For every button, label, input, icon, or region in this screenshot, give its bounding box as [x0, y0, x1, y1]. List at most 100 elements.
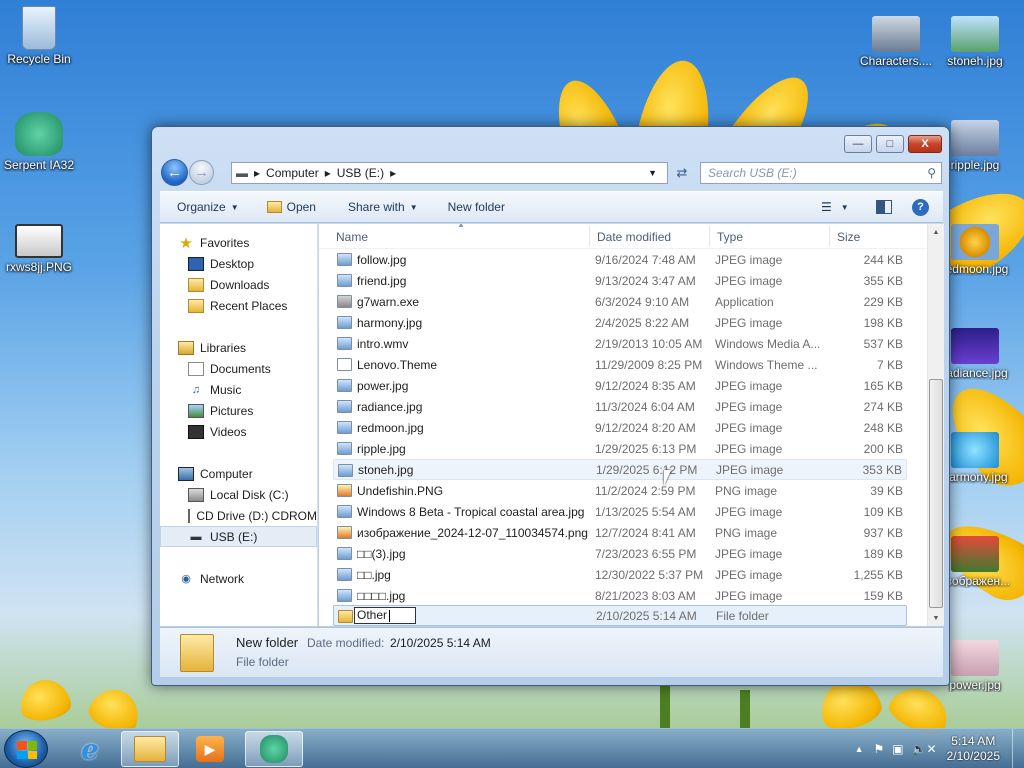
application-icon [337, 295, 352, 308]
refresh-button[interactable]: ⇄ [671, 162, 693, 184]
nav-downloads[interactable]: Downloads [188, 274, 317, 295]
file-name: radiance.jpg [357, 399, 423, 414]
file-row[interactable]: radiance.jpg 11/3/2024 6:04 AM JPEG image 2… [333, 396, 907, 417]
file-size: 229 KB [863, 294, 903, 309]
drive-icon: ▬ [236, 166, 248, 180]
file-date: 11/29/2009 8:25 PM [595, 357, 703, 372]
nav-recent-places[interactable]: Recent Places [188, 295, 317, 316]
file-row[interactable]: stoneh.jpg 1/29/2025 6:12 PM JPEG image 353… [333, 459, 907, 480]
file-row[interactable]: □□.jpg 12/30/2022 5:37 PM JPEG image 1,255 … [333, 564, 907, 585]
scroll-up-icon[interactable]: ▲ [928, 224, 944, 240]
nav-desktop[interactable]: Desktop [188, 253, 317, 274]
file-size: 39 KB [870, 483, 903, 498]
file-row[interactable]: изображение_2024-12-07_110034574.png 12/7… [333, 522, 907, 543]
file-row[interactable]: intro.wmv 2/19/2013 10:05 AM Windows Media… [333, 333, 907, 354]
volume-muted-icon[interactable]: 🔈✕ [912, 742, 937, 756]
chevron-down-icon: ▼ [840, 202, 849, 212]
file-name: Undefishin.PNG [357, 483, 444, 498]
image-file-icon [337, 253, 352, 266]
desktop-icon-serpent[interactable]: Serpent IA32 [1, 112, 77, 172]
close-button[interactable]: X [908, 135, 942, 153]
nav-computer[interactable]: Computer [178, 463, 317, 484]
search-input[interactable]: Search USB (E:) ⚲ [700, 162, 942, 184]
show-hidden-icons-icon[interactable]: ▲ [855, 744, 864, 754]
open-button[interactable]: Open [258, 195, 325, 219]
new-folder-row[interactable]: Other 2/10/2025 5:14 AM File folder [333, 605, 907, 626]
rename-input[interactable]: Other [354, 607, 416, 624]
vertical-scrollbar[interactable]: ▲ ▼ [927, 224, 944, 626]
organize-button[interactable]: Organize ▼ [168, 195, 248, 219]
file-type: Windows Theme ... [715, 357, 818, 372]
column-header-date[interactable]: Date modified [597, 230, 671, 244]
file-row[interactable]: □□□□.jpg 8/21/2023 8:03 AM JPEG image 159 K… [333, 585, 907, 606]
file-row[interactable]: Windows 8 Beta - Tropical coastal area.j… [333, 501, 907, 522]
address-dropdown-icon[interactable]: ▼ [648, 168, 657, 178]
nav-usb-e[interactable]: ▬ USB (E:) [160, 526, 317, 547]
network-icon[interactable]: ▣ [892, 742, 903, 756]
file-row[interactable]: □□(3).jpg 7/23/2023 6:55 PM JPEG image 189 … [333, 543, 907, 564]
nav-libraries[interactable]: Libraries [178, 337, 317, 358]
breadcrumb-separator-icon[interactable]: ▸ [325, 166, 331, 180]
help-button[interactable]: ? [903, 195, 938, 219]
downloads-icon [188, 277, 204, 292]
new-folder-button[interactable]: New folder [439, 195, 514, 219]
nav-cd-drive-d[interactable]: CD Drive (D:) CDROM [188, 505, 317, 526]
breadcrumb-computer[interactable]: Computer [266, 166, 319, 180]
file-type: JPEG image [715, 252, 783, 267]
file-type: JPEG image [715, 315, 783, 330]
nav-music[interactable]: ♫ Music [188, 379, 317, 400]
forward-button[interactable]: → [189, 160, 214, 185]
desktop-icon-rxws8jj[interactable]: rxws8jj.PNG [1, 224, 77, 274]
action-center-flag-icon[interactable]: ⚑ [874, 742, 885, 756]
scrollbar-thumb[interactable] [929, 379, 943, 608]
file-row[interactable]: follow.jpg 9/16/2024 7:48 AM JPEG image 244… [333, 249, 907, 270]
nav-network[interactable]: ◉ Network [178, 568, 317, 589]
nav-pictures[interactable]: Pictures [188, 400, 317, 421]
nav-documents[interactable]: Documents [188, 358, 317, 379]
breadcrumb-usb[interactable]: USB (E:) [337, 166, 384, 180]
desktop-icon-characters[interactable]: Characters.... [858, 16, 934, 68]
column-header-name[interactable]: Name [336, 230, 368, 244]
file-row[interactable]: harmony.jpg 2/4/2025 8:22 AM JPEG image 198… [333, 312, 907, 333]
desktop-icon-stoneh[interactable]: stoneh.jpg [937, 16, 1013, 68]
nav-videos[interactable]: Videos [188, 421, 317, 442]
file-row[interactable]: power.jpg 9/12/2024 8:35 AM JPEG image 165 … [333, 375, 907, 396]
clock[interactable]: 5:14 AM 2/10/2025 [947, 734, 1000, 764]
share-with-button[interactable]: Share with ▼ [339, 195, 427, 219]
preview-pane-button[interactable] [867, 195, 901, 219]
breadcrumb-separator-icon[interactable]: ▸ [390, 166, 396, 180]
address-bar[interactable]: ▬ ▸ Computer ▸ USB (E:) ▸ ▼ [231, 162, 668, 184]
maximize-button[interactable]: □ [876, 135, 904, 153]
column-header-type[interactable]: Type [717, 230, 743, 244]
file-size: 248 KB [863, 420, 903, 435]
taskbar-serpent[interactable] [245, 731, 303, 767]
column-header-size[interactable]: Size [837, 230, 860, 244]
taskbar-explorer[interactable] [121, 731, 179, 767]
file-row[interactable]: friend.jpg 9/13/2024 3:47 AM JPEG image 355… [333, 270, 907, 291]
internet-explorer-icon: e [81, 732, 99, 766]
file-date: 2/19/2013 10:05 AM [595, 336, 703, 351]
nav-favorites[interactable]: ★ Favorites [178, 232, 317, 253]
file-name: follow.jpg [357, 252, 407, 267]
breadcrumb-separator-icon[interactable]: ▸ [254, 166, 260, 180]
back-button[interactable]: ← [161, 159, 188, 186]
taskbar-media-player[interactable]: ▶ [181, 731, 239, 767]
file-name: g7warn.exe [357, 294, 420, 309]
file-date: 9/12/2024 8:35 AM [595, 378, 696, 393]
scroll-down-icon[interactable]: ▼ [928, 610, 944, 626]
file-row[interactable]: redmoon.jpg 9/12/2024 8:20 AM JPEG image 24… [333, 417, 907, 438]
file-row[interactable]: Lenovo.Theme 11/29/2009 8:25 PM Windows Th… [333, 354, 907, 375]
taskbar-internet-explorer[interactable]: e [61, 731, 119, 767]
file-row[interactable]: Undefishin.PNG 11/2/2024 2:59 PM PNG image… [333, 480, 907, 501]
file-name: intro.wmv [357, 336, 409, 351]
show-desktop-button[interactable] [1012, 729, 1024, 768]
file-date: 1/29/2025 6:12 PM [596, 462, 698, 477]
minimize-button[interactable]: — [844, 135, 872, 153]
nav-local-disk-c[interactable]: Local Disk (C:) [188, 484, 317, 505]
start-button[interactable] [4, 730, 48, 768]
change-view-button[interactable]: ☰ ▼ [812, 195, 858, 219]
file-row[interactable]: ripple.jpg 1/29/2025 6:13 PM JPEG image 200… [333, 438, 907, 459]
file-size: 353 KB [862, 462, 902, 477]
file-row[interactable]: g7warn.exe 6/3/2024 9:10 AM Application 229… [333, 291, 907, 312]
desktop-icon-recycle-bin[interactable]: Recycle Bin [1, 6, 77, 66]
